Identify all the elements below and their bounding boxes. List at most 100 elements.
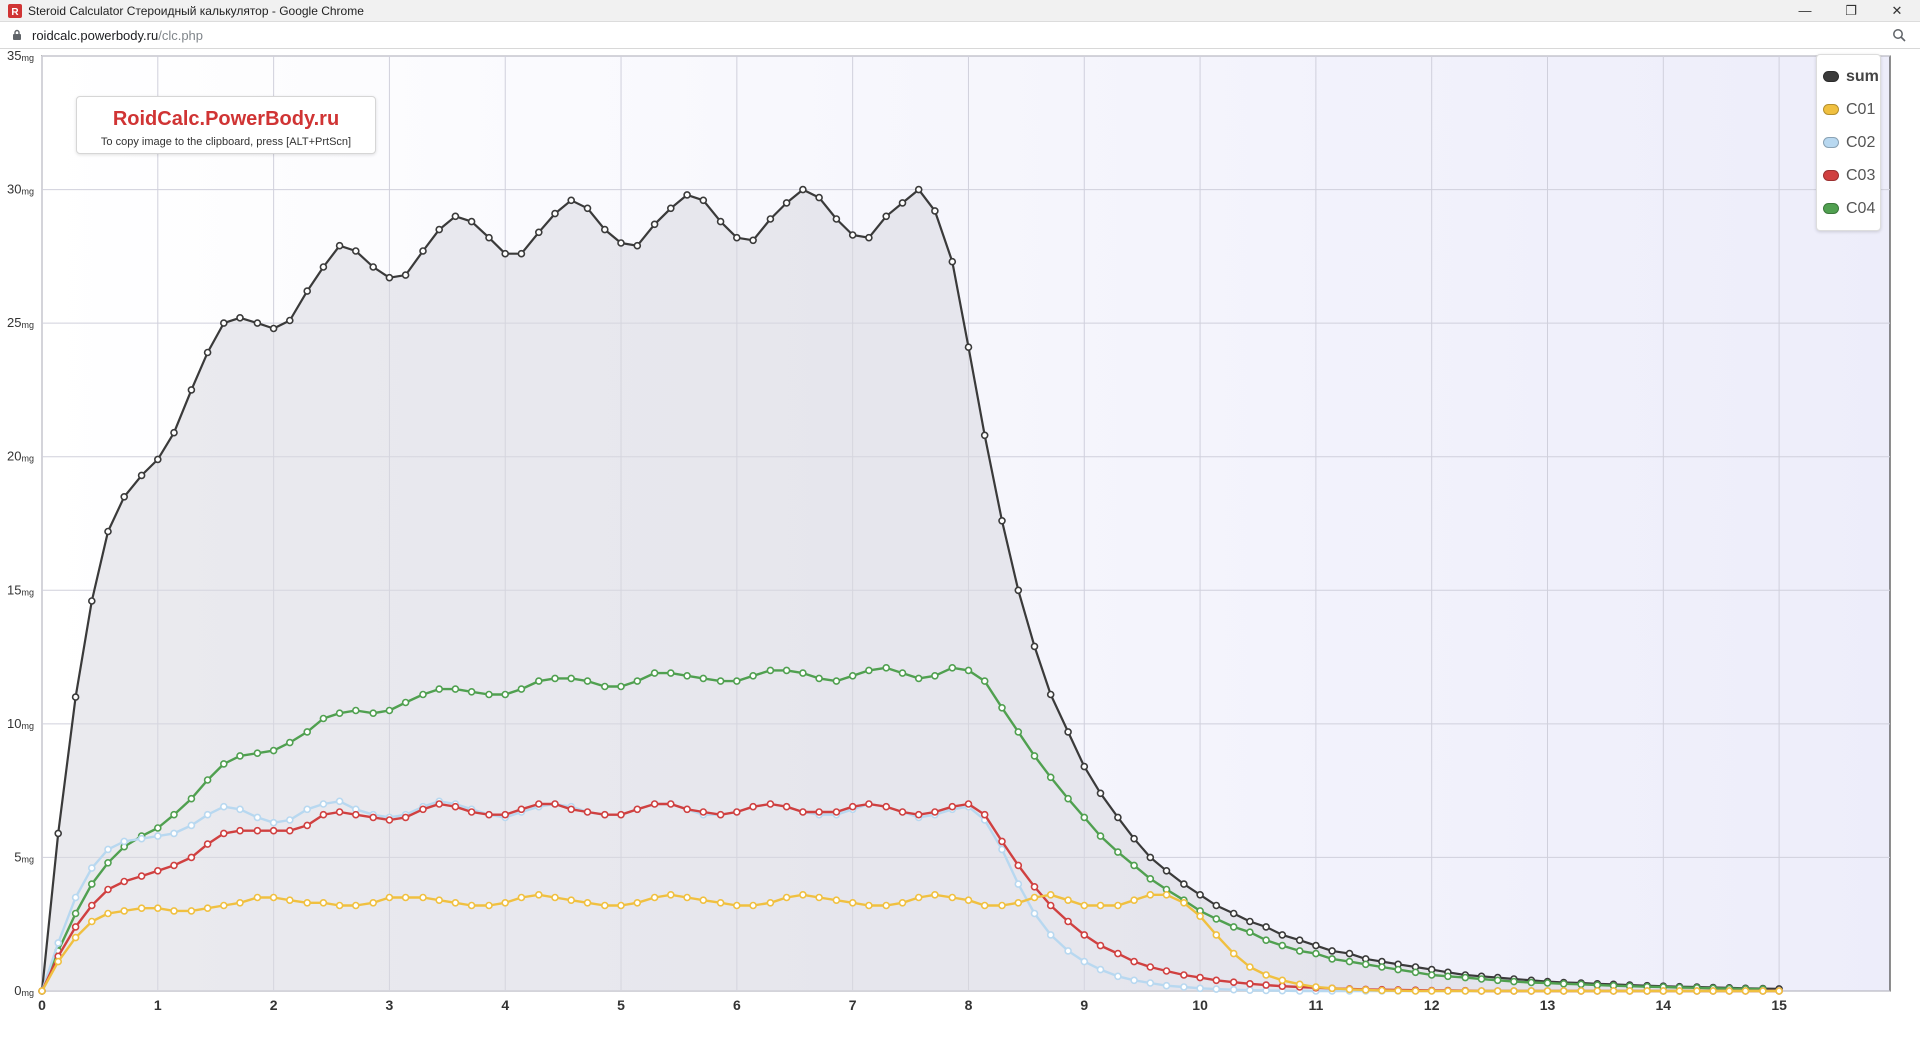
data-point-c01 xyxy=(1046,890,1055,899)
data-point-c03 xyxy=(898,808,907,816)
legend-item-c02[interactable]: C02 xyxy=(1817,126,1880,159)
data-point-c03 xyxy=(501,810,510,819)
data-point-c04 xyxy=(964,666,973,675)
data-point-c01 xyxy=(683,893,691,902)
data-point-sum xyxy=(485,233,493,242)
data-point-c03 xyxy=(964,800,973,808)
y-tick-label: 0mg xyxy=(14,983,34,998)
data-point-c03 xyxy=(485,810,493,819)
data-point-c02 xyxy=(1130,976,1138,985)
data-point-c04 xyxy=(501,690,510,699)
data-point-c01 xyxy=(865,901,873,910)
data-point-sum xyxy=(1295,936,1304,945)
data-point-c04 xyxy=(600,682,609,691)
data-point-sum xyxy=(1146,853,1155,862)
address-bar[interactable]: roidcalc.powerbody.ru /clc.php xyxy=(0,22,1920,49)
window-title: Steroid Calculator Стероидный калькулято… xyxy=(28,3,364,18)
x-tick-label: 7 xyxy=(849,997,857,1013)
data-point-c04 xyxy=(551,674,559,683)
data-point-c01 xyxy=(154,904,162,913)
y-tick-label: 10mg xyxy=(7,716,34,731)
data-point-sum xyxy=(914,185,923,194)
data-point-c03 xyxy=(998,837,1006,846)
legend-label: C01 xyxy=(1846,100,1876,118)
data-point-c03 xyxy=(401,813,410,822)
data-point-sum xyxy=(633,241,642,250)
data-point-c01 xyxy=(435,896,444,905)
data-point-c04 xyxy=(1212,915,1221,923)
data-point-c01 xyxy=(1212,931,1221,939)
data-point-sum xyxy=(401,271,410,279)
data-point-c04 xyxy=(1444,972,1452,981)
data-point-c01 xyxy=(269,893,278,902)
data-point-c01 xyxy=(319,898,328,907)
y-tick-label: 25mg xyxy=(7,315,34,330)
y-tick-unit: mg xyxy=(21,854,34,864)
data-point-c04 xyxy=(1543,979,1552,987)
y-tick-unit: mg xyxy=(21,988,34,998)
data-point-c03 xyxy=(236,826,244,835)
data-point-sum xyxy=(54,829,63,838)
data-point-c01 xyxy=(1262,971,1270,979)
data-point-c01 xyxy=(1411,987,1420,995)
data-point-c03 xyxy=(1030,882,1039,891)
data-point-c02 xyxy=(220,802,228,811)
data-point-c03 xyxy=(567,805,576,814)
data-point-c01 xyxy=(1080,901,1089,910)
data-point-c01 xyxy=(617,901,625,910)
data-point-sum xyxy=(699,196,708,205)
close-button[interactable]: ✕ xyxy=(1874,0,1920,22)
data-point-c03 xyxy=(1180,971,1188,979)
data-point-c04 xyxy=(401,698,410,707)
data-point-c03 xyxy=(220,829,228,838)
data-point-sum xyxy=(104,527,112,536)
data-point-c03 xyxy=(633,805,642,814)
url-host[interactable]: roidcalc.powerbody.ru xyxy=(32,28,158,43)
data-point-c04 xyxy=(88,880,96,888)
minimize-button[interactable]: — xyxy=(1782,0,1828,22)
lock-icon[interactable] xyxy=(12,28,24,42)
data-point-c04 xyxy=(170,810,178,819)
data-point-c02 xyxy=(1030,909,1039,918)
data-point-c04 xyxy=(435,685,444,693)
data-point-c04 xyxy=(914,674,923,683)
data-point-sum xyxy=(419,247,427,255)
x-tick-label: 9 xyxy=(1080,997,1088,1013)
data-point-sum xyxy=(964,343,973,352)
data-point-sum xyxy=(285,316,294,325)
data-point-c02 xyxy=(1180,983,1188,991)
data-point-c03 xyxy=(948,802,957,811)
data-point-c02 xyxy=(88,864,96,872)
data-point-c01 xyxy=(1693,987,1701,995)
data-point-c03 xyxy=(269,826,278,835)
data-point-c01 xyxy=(203,904,212,913)
data-point-sum xyxy=(1345,949,1354,958)
data-point-c03 xyxy=(882,802,891,811)
data-point-sum xyxy=(369,263,378,271)
data-point-c03 xyxy=(71,923,80,931)
data-point-c01 xyxy=(716,898,725,907)
y-tick-label: 30mg xyxy=(7,182,34,197)
data-point-c01 xyxy=(335,901,344,910)
legend-item-c03[interactable]: C03 xyxy=(1817,159,1880,192)
data-point-sum xyxy=(931,207,939,215)
url-path[interactable]: /clc.php xyxy=(158,28,203,43)
data-point-c04 xyxy=(104,858,112,867)
zoom-icon[interactable] xyxy=(1892,28,1906,42)
legend-item-c04[interactable]: C04 xyxy=(1817,192,1880,225)
data-point-sum xyxy=(137,471,146,480)
data-point-c02 xyxy=(1246,986,1254,995)
data-point-c04 xyxy=(650,669,659,677)
data-point-c04 xyxy=(1345,957,1354,966)
data-point-c01 xyxy=(815,893,823,902)
data-point-c01 xyxy=(1162,890,1171,899)
data-point-c03 xyxy=(170,861,178,870)
legend-item-sum[interactable]: sum xyxy=(1817,60,1880,93)
data-point-c02 xyxy=(54,939,63,947)
x-tick-label: 5 xyxy=(617,997,625,1013)
restore-button[interactable]: ❐ xyxy=(1828,0,1874,22)
legend-item-c01[interactable]: C01 xyxy=(1817,93,1880,126)
data-point-c01 xyxy=(1030,893,1039,902)
data-point-c01 xyxy=(351,901,360,910)
data-point-c01 xyxy=(1625,987,1634,995)
